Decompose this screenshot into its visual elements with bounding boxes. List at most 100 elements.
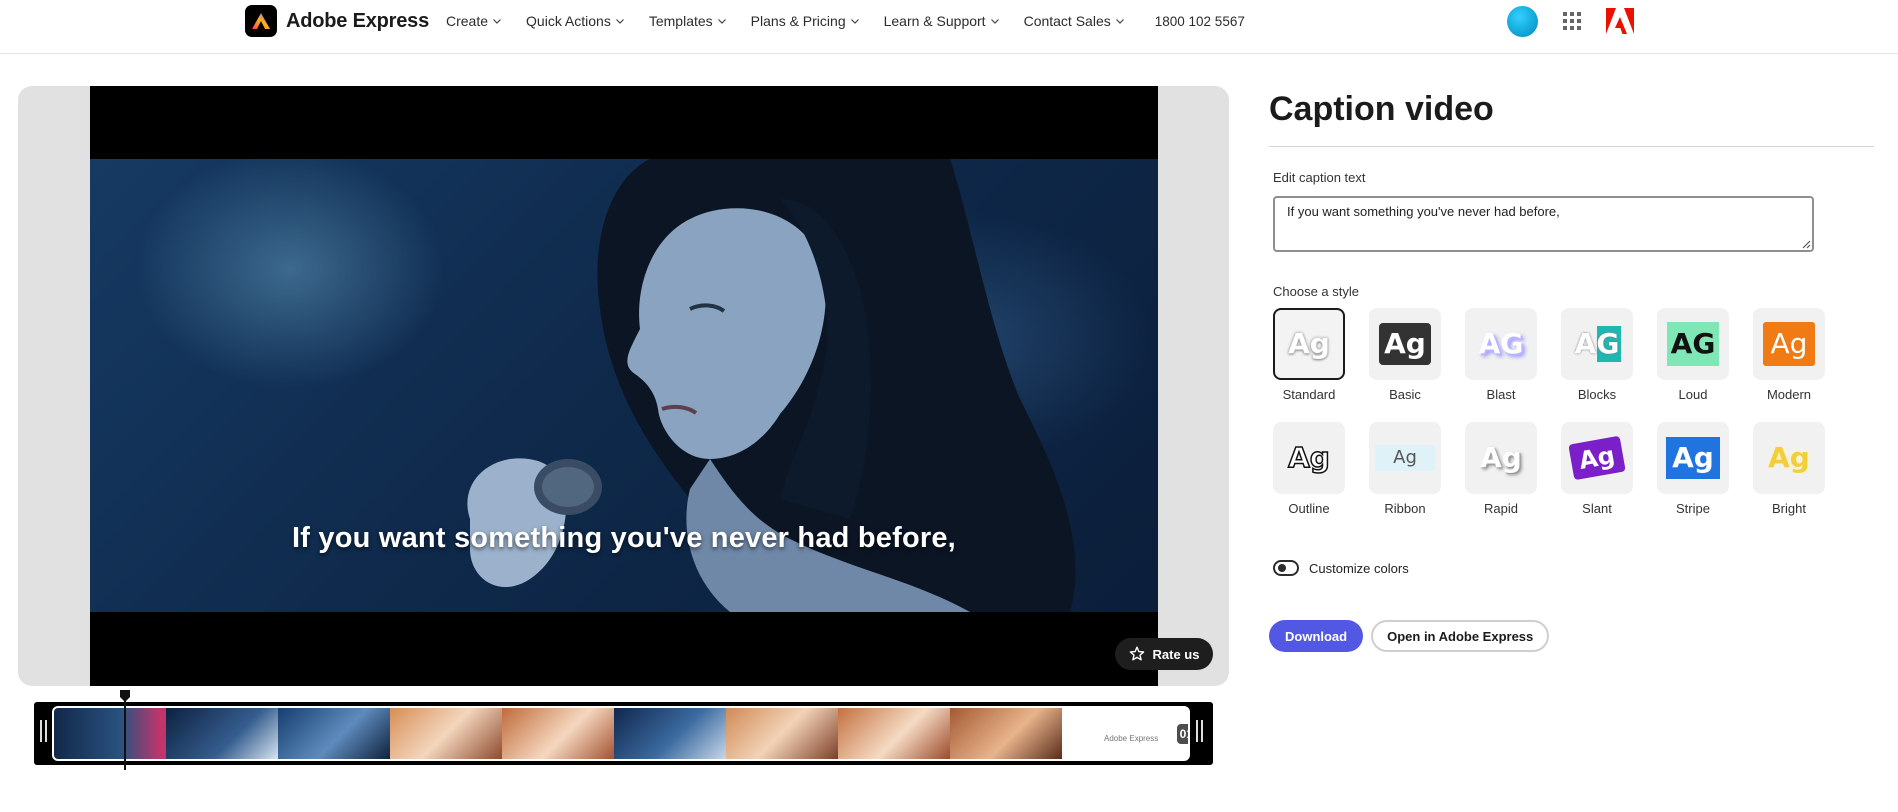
style-ribbon[interactable]: Ag Ribbon — [1367, 422, 1443, 516]
style-sample: Ag — [1375, 445, 1435, 471]
style-preview: Ag — [1561, 422, 1633, 494]
menu-quick-actions-label: Quick Actions — [526, 13, 611, 29]
nav-right — [1507, 5, 1634, 37]
customize-colors-toggle[interactable] — [1273, 560, 1299, 576]
caption-overlay: If you want something you've never had b… — [292, 522, 956, 554]
timeline-thumbnail — [614, 708, 726, 759]
style-name: Loud — [1678, 387, 1708, 402]
brand[interactable]: Adobe Express — [245, 5, 429, 37]
style-blocks[interactable]: AG Blocks — [1559, 308, 1635, 402]
video-player[interactable]: If you want something you've never had b… — [18, 86, 1229, 686]
customize-colors-label: Customize colors — [1309, 560, 1409, 576]
style-name: Standard — [1282, 387, 1336, 402]
end-card-text: Adobe Express — [1104, 734, 1159, 743]
avatar[interactable] — [1507, 5, 1538, 37]
menu-templates[interactable]: Templates — [649, 13, 727, 29]
style-slant[interactable]: Ag Slant — [1559, 422, 1635, 516]
style-basic[interactable]: Ag Basic — [1367, 308, 1443, 402]
style-sample: Ag — [1287, 441, 1330, 474]
edit-caption-label: Edit caption text — [1273, 170, 1366, 185]
menu-contact-sales-label: Contact Sales — [1023, 13, 1111, 29]
chevron-down-icon — [990, 19, 999, 24]
video-frame: If you want something you've never had b… — [90, 86, 1158, 686]
style-standard[interactable]: Ag Standard — [1271, 308, 1347, 402]
star-icon — [1129, 646, 1144, 661]
style-preview: Ag — [1753, 422, 1825, 494]
menu-contact-sales[interactable]: Contact Sales — [1024, 13, 1125, 29]
style-name: Modern — [1766, 387, 1812, 402]
caption-text-input[interactable] — [1273, 196, 1814, 252]
style-bright[interactable]: Ag Bright — [1751, 422, 1827, 516]
download-button[interactable]: Download — [1269, 620, 1364, 652]
chevron-down-icon — [1115, 19, 1124, 24]
adobe-logo-icon[interactable] — [1606, 8, 1634, 34]
style-preview: Ag — [1369, 308, 1441, 380]
style-sample: Ag — [1768, 441, 1810, 474]
style-name: Rapid — [1484, 501, 1518, 516]
chevron-down-icon — [493, 19, 501, 24]
style-preview: Ag — [1657, 422, 1729, 494]
apps-grid-icon[interactable] — [1563, 12, 1581, 30]
style-modern[interactable]: Ag Modern — [1751, 308, 1827, 402]
resize-grip-icon[interactable] — [1801, 239, 1811, 249]
chevron-down-icon — [850, 19, 859, 24]
title-divider — [1269, 146, 1874, 147]
style-outline[interactable]: Ag Outline — [1271, 422, 1347, 516]
chevron-down-icon — [717, 19, 726, 24]
trim-start-handle[interactable] — [40, 720, 47, 742]
style-name: Bright — [1772, 501, 1806, 516]
rate-us-button[interactable]: Rate us — [1115, 638, 1213, 670]
timeline-thumbnail — [838, 708, 950, 759]
main-menu: Create Quick Actions Templates Plans & P… — [446, 10, 1245, 32]
timeline-thumbnail — [950, 708, 1062, 759]
menu-quick-actions[interactable]: Quick Actions — [526, 13, 625, 29]
style-name: Outline — [1288, 501, 1330, 516]
timeline[interactable]: Adobe Express 01:14 — [34, 702, 1213, 765]
toggle-knob — [1278, 564, 1286, 572]
timeline-thumbnail — [166, 708, 278, 759]
choose-style-label: Choose a style — [1273, 284, 1359, 299]
style-sample: AG — [1572, 326, 1622, 362]
menu-create[interactable]: Create — [446, 13, 502, 29]
style-preview: AG — [1657, 308, 1729, 380]
page-title: Caption video — [1269, 90, 1494, 128]
style-sample: Ag — [1762, 322, 1816, 366]
style-sample: AG — [1666, 322, 1720, 366]
style-preview: Ag — [1369, 422, 1441, 494]
style-preview: Ag — [1753, 308, 1825, 380]
timeline-thumbnail — [726, 708, 838, 759]
thumbnail-strip[interactable]: Adobe Express 01:14 — [52, 706, 1190, 761]
menu-plans-pricing[interactable]: Plans & Pricing — [751, 13, 860, 29]
style-preview: Ag — [1273, 308, 1345, 380]
style-stripe[interactable]: Ag Stripe — [1655, 422, 1731, 516]
customize-colors-row: Customize colors — [1273, 560, 1409, 576]
style-preview: AG — [1561, 308, 1633, 380]
open-in-adobe-express-button[interactable]: Open in Adobe Express — [1371, 620, 1550, 652]
timeline-thumbnail — [54, 708, 166, 759]
trim-end-handle[interactable] — [1196, 720, 1203, 742]
menu-learn-support[interactable]: Learn & Support — [884, 13, 1000, 29]
menu-plans-pricing-label: Plans & Pricing — [750, 13, 846, 29]
brand-name: Adobe Express — [286, 9, 430, 32]
style-rapid[interactable]: Ag Rapid — [1463, 422, 1539, 516]
top-navigation: Adobe Express Create Quick Actions Templ… — [0, 0, 1898, 54]
style-name: Blocks — [1577, 387, 1617, 402]
style-name: Basic — [1389, 387, 1421, 402]
style-name: Blast — [1486, 387, 1516, 402]
phone-number[interactable]: 1800 102 5567 — [1155, 14, 1245, 29]
style-name: Slant — [1582, 501, 1612, 516]
action-buttons: Download Open in Adobe Express — [1269, 620, 1550, 652]
duration-badge: 01:14 — [1177, 724, 1188, 744]
timeline-thumbnail — [502, 708, 614, 759]
adobe-express-logo-icon — [245, 5, 277, 37]
style-loud[interactable]: AG Loud — [1655, 308, 1731, 402]
style-sample: Ag — [1568, 435, 1626, 481]
style-sample: Ag — [1379, 323, 1431, 365]
style-preview: AG — [1465, 308, 1537, 380]
style-blast[interactable]: AG Blast — [1463, 308, 1539, 402]
playhead[interactable] — [119, 690, 131, 770]
timeline-thumbnail — [278, 708, 390, 759]
style-preview: Ag — [1273, 422, 1345, 494]
menu-learn-support-label: Learn & Support — [883, 13, 986, 29]
style-sample: AG — [1478, 327, 1524, 360]
